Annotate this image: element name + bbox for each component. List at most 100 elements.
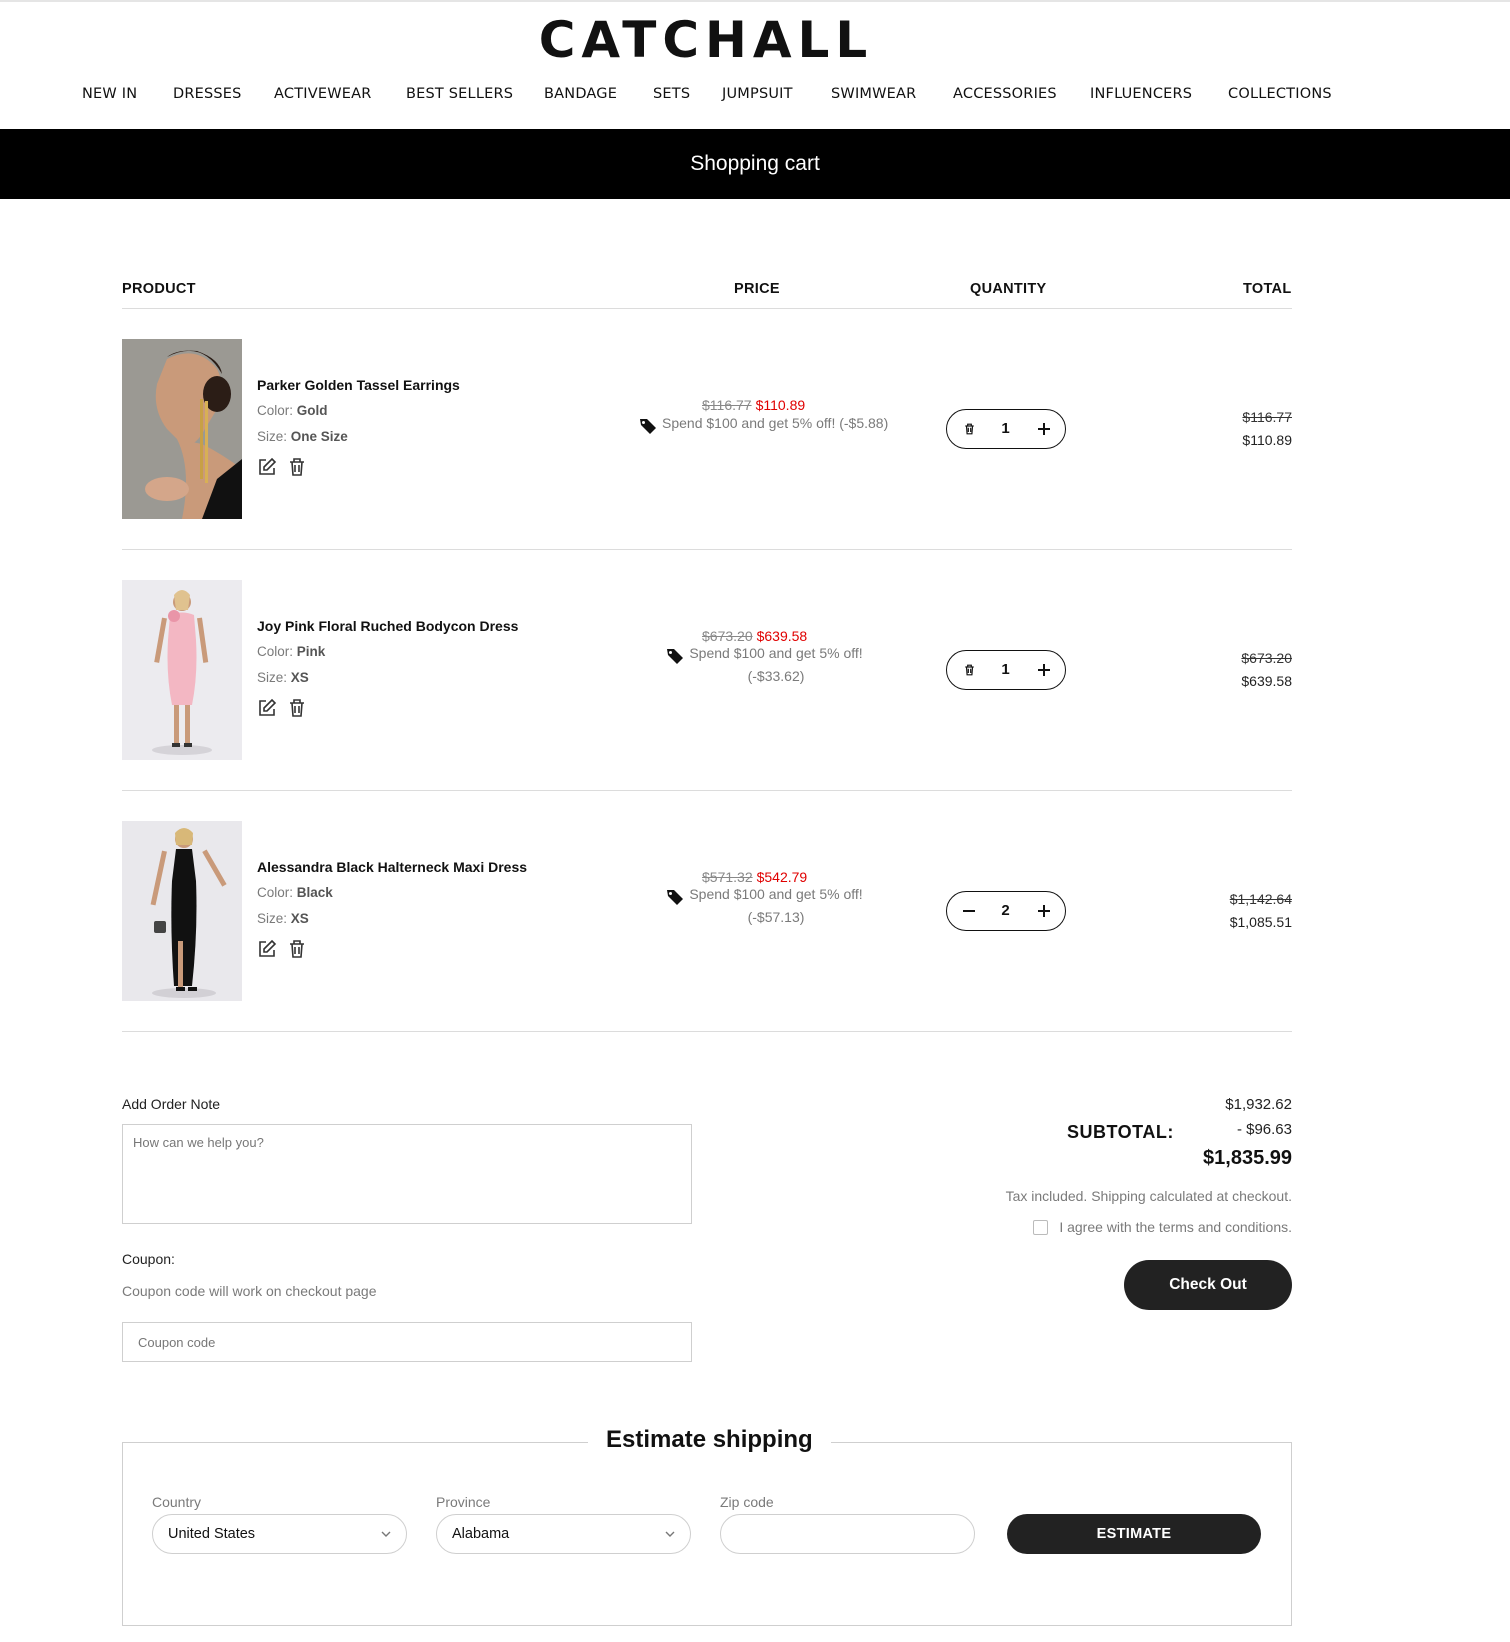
quantity-value[interactable]: 1 [987,651,1024,688]
remove-item-button[interactable] [949,410,989,447]
line-total-original: $116.77 [1242,409,1292,425]
trash-icon[interactable] [288,457,306,477]
province-select[interactable]: Alabama [436,1514,691,1554]
province-label: Province [436,1494,491,1510]
chevron-down-icon [665,1531,675,1537]
main-nav: NEW IN DRESSES ACTIVEWEAR BEST SELLERS B… [0,86,1510,112]
increase-quantity-button[interactable] [1024,410,1064,447]
nav-item-jumpsuit[interactable]: JUMPSUIT [722,86,793,102]
product-name[interactable]: Alessandra Black Halterneck Maxi Dress [257,859,527,875]
product-color: Color: Gold [257,403,328,418]
remove-item-button[interactable] [949,651,989,688]
discount-tag-icon [667,649,683,664]
header-quantity: QUANTITY [970,281,1047,297]
product-size: Size: XS [257,670,309,685]
nav-item-sets[interactable]: SETS [653,86,690,102]
quantity-stepper: 1 [946,650,1066,690]
estimate-shipping-title: Estimate shipping [588,1426,831,1454]
quantity-stepper: 1 [946,409,1066,449]
nav-item-activewear[interactable]: ACTIVEWEAR [274,86,372,102]
top-border [0,0,1510,2]
plus-icon [1038,663,1050,676]
coupon-label: Coupon: [122,1251,175,1267]
product-size: Size: XS [257,911,309,926]
increase-quantity-button[interactable] [1024,892,1064,929]
product-color: Color: Black [257,885,333,900]
product-image[interactable] [122,580,242,760]
nav-item-swimwear[interactable]: SWIMWEAR [831,86,916,102]
product-name[interactable]: Joy Pink Floral Ruched Bodycon Dress [257,618,518,634]
country-select[interactable]: United States [152,1514,407,1554]
unit-price: $116.77 $110.89 [702,397,806,413]
header-divider [122,308,1292,309]
chevron-down-icon [381,1531,391,1537]
line-total: $110.89 [1242,432,1292,448]
cart-row: Joy Pink Floral Ruched Bodycon Dress Col… [122,580,1292,760]
product-name[interactable]: Parker Golden Tassel Earrings [257,377,460,393]
promo-text: Spend $100 and get 5% off! (-$33.62) [689,645,863,684]
discount-tag-icon [640,419,656,434]
order-note-field[interactable] [122,1124,692,1224]
estimate-button[interactable]: ESTIMATE [1007,1514,1261,1554]
header-price: PRICE [734,281,780,297]
row-divider [122,1031,1292,1032]
trash-icon [964,423,974,434]
country-label: Country [152,1494,202,1510]
nav-item-dresses[interactable]: DRESSES [173,86,242,102]
product-size: Size: One Size [257,429,348,444]
line-total-original: $673.20 [1241,650,1292,666]
brand-logo[interactable]: CATCHALL [0,10,1412,70]
subtotal-value: $1,835.99 [1203,1147,1292,1169]
quantity-value[interactable]: 2 [987,892,1024,929]
header-total: TOTAL [1243,281,1292,297]
header-product: PRODUCT [122,281,196,297]
cart-row: Alessandra Black Halterneck Maxi Dress C… [122,821,1292,1001]
zip-label: Zip code [720,1494,774,1510]
product-image[interactable] [122,821,242,1001]
promo-text: Spend $100 and get 5% off! (-$5.88) [662,415,889,431]
minus-icon [963,909,975,912]
product-image[interactable] [122,339,242,519]
nav-item-influencers[interactable]: INFLUENCERS [1090,86,1192,102]
increase-quantity-button[interactable] [1024,651,1064,688]
cart-row: Parker Golden Tassel Earrings Color: Gol… [122,339,1292,519]
edit-icon[interactable] [257,698,277,718]
line-total-original: $1,142.64 [1229,891,1292,907]
promo-text: Spend $100 and get 5% off! (-$57.13) [689,886,863,925]
edit-icon[interactable] [257,939,277,959]
country-value: United States [168,1526,256,1542]
nav-item-best-sellers[interactable]: BEST SELLERS [406,86,513,102]
summary-original: $1,932.62 [1225,1096,1292,1113]
terms-checkbox[interactable] [1033,1220,1048,1235]
coupon-input[interactable] [122,1322,692,1362]
province-value: Alabama [452,1526,510,1542]
checkout-button[interactable]: Check Out [1124,1260,1292,1310]
trash-icon[interactable] [288,698,306,718]
quantity-stepper: 2 [946,891,1066,931]
nav-item-bandage[interactable]: BANDAGE [544,86,617,102]
zip-input[interactable] [720,1514,975,1554]
trash-icon [964,664,974,675]
nav-item-accessories[interactable]: ACCESSORIES [953,86,1057,102]
plus-icon [1038,904,1050,917]
tax-note: Tax included. Shipping calculated at che… [1005,1188,1292,1204]
edit-icon[interactable] [257,457,277,477]
line-total: $639.58 [1241,673,1292,689]
page-title-banner: Shopping cart [0,129,1510,199]
page-title: Shopping cart [690,152,820,175]
decrease-quantity-button[interactable] [949,892,989,929]
product-color: Color: Pink [257,644,326,659]
row-divider [122,790,1292,791]
summary-discount: - $96.63 [1236,1121,1292,1138]
plus-icon [1038,422,1050,435]
row-divider [122,549,1292,550]
quantity-value[interactable]: 1 [987,410,1024,447]
order-note-label: Add Order Note [122,1096,221,1112]
nav-item-collections[interactable]: COLLECTIONS [1228,86,1332,102]
subtotal-label: SUBTOTAL: [1067,1122,1174,1142]
trash-icon[interactable] [288,939,306,959]
coupon-hint: Coupon code will work on checkout page [122,1283,377,1299]
line-total: $1,085.51 [1229,914,1292,930]
terms-label[interactable]: I agree with the terms and conditions. [1059,1219,1292,1235]
nav-item-new-in[interactable]: NEW IN [82,86,137,102]
